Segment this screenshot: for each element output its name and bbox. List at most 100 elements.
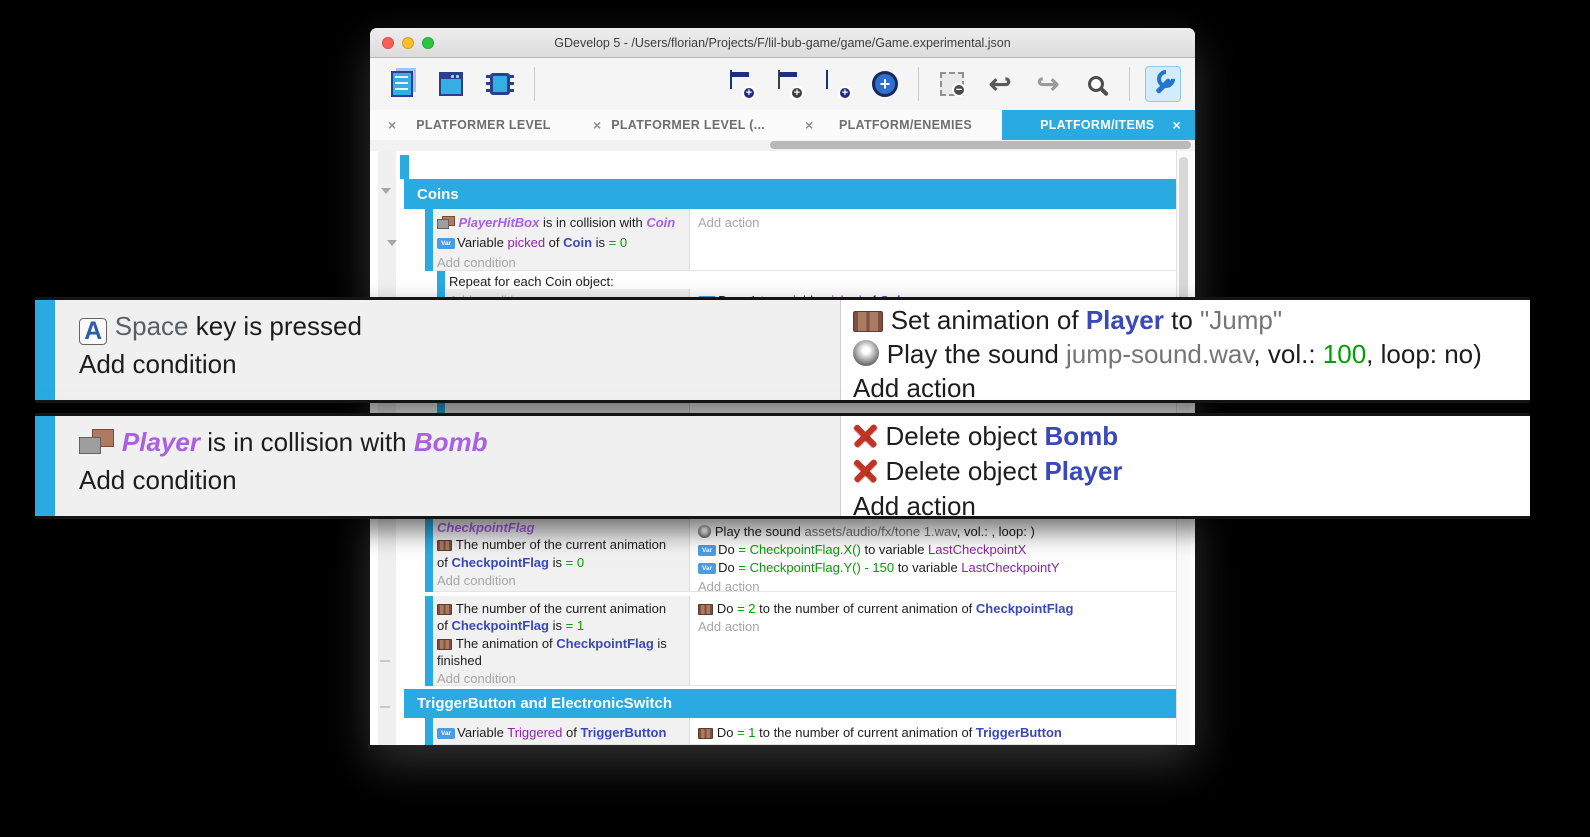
condition-line[interactable]: Player is in collision with Bomb [79,423,840,461]
text-segment: PlayerHitBox [458,215,543,230]
text-segment: Triggered [507,725,563,740]
group-header-triggerbutton[interactable]: TriggerButton and ElectronicSwitch [404,689,1176,718]
add-condition-link[interactable]: Add condition [79,345,840,383]
delete-x-icon [853,458,878,483]
condition-line[interactable]: of CheckpointFlag is = 1 [437,618,584,633]
keyboard-key-icon: A [79,318,108,346]
actions-cell[interactable]: Delete object Bomb Delete object Player … [840,416,1530,521]
animation-icon [698,604,713,615]
horizontal-scrollbar-thumb[interactable] [770,141,1191,149]
condition-line[interactable]: The animation of CheckpointFlag is [437,636,667,651]
tree-connector [380,660,390,662]
debugger-button[interactable] [482,66,518,102]
add-condition-link[interactable]: Add condition [437,671,516,686]
text-segment: = 0 [608,235,628,250]
collapse-chevron-icon[interactable] [381,188,391,194]
condition-line[interactable]: Var Variable Triggered of TriggerButton [437,725,666,740]
action-line[interactable]: Var Do = CheckpointFlag.X() to variable L… [698,542,1026,557]
add-condition-link[interactable]: Add condition [437,255,516,270]
scene-editor-button[interactable] [433,66,469,102]
horizontal-scrollbar[interactable] [370,140,1195,151]
delete-x-icon [853,423,878,448]
tab-close-icon[interactable]: × [370,117,414,133]
event-indent-bar [400,155,409,179]
add-event-button[interactable]: + [723,66,759,102]
condition-line[interactable]: of CheckpointFlag is = 0 [437,555,584,570]
text-segment: of [437,555,452,570]
text-segment: CheckpointFlag [975,601,1074,616]
tab-platformer-level[interactable]: × PLATFORMER LEVEL [370,110,575,140]
animation-icon [437,604,452,615]
add-new-event-button[interactable]: + [867,66,903,102]
text-segment: CheckpointFlag [556,636,654,651]
repeat-event-header[interactable]: Repeat for each Coin object: [449,274,614,289]
condition-line[interactable]: finished [437,653,482,668]
conditions-cell[interactable]: Player is in collision with Bomb Add con… [55,416,840,516]
action-line[interactable]: Do = 2 to the number of current animatio… [698,601,1073,616]
tab-platformer-level-2[interactable]: × PLATFORMER LEVEL (... [575,110,787,140]
text-segment: LastCheckpointX [928,542,1027,557]
add-comment-icon: + [778,70,804,100]
add-action-link[interactable]: Add action [853,371,1530,405]
text-segment: Set animation of [890,305,1086,335]
condition-line[interactable]: Var Variable picked of Coin is = 0 [437,235,627,250]
add-condition-link[interactable]: Add condition [79,461,840,499]
actions-cell[interactable] [690,209,1176,270]
add-condition-link[interactable]: Add condition [437,573,516,588]
text-segment: Delete object [885,456,1045,486]
text-segment: Delete object [885,421,1045,451]
actions-cell[interactable]: Set animation of Player to "Jump" Play t… [840,300,1530,403]
add-subevent-button[interactable]: + [819,66,855,102]
condition-line[interactable]: A Space key is pressed [79,307,840,346]
text-segment: The number of the current animation [455,537,667,552]
text-segment: = 1 [737,725,756,740]
add-comment-button[interactable]: + [771,66,807,102]
main-toolbar: + + + + − ↩ ↪ [370,58,1195,110]
group-header-coins[interactable]: Coins [404,179,1176,209]
conditions-cell[interactable]: A Space key is pressed Add condition [55,300,840,400]
tools-button[interactable] [1145,66,1181,102]
text-segment: Bomb [1044,421,1119,451]
action-line[interactable]: Set animation of Player to "Jump" [853,303,1530,337]
text-segment: TriggerButton [580,725,667,740]
add-action-link[interactable]: Add action [698,215,759,230]
text-segment: Bomb [413,427,488,457]
action-line[interactable]: Var Do = CheckpointFlag.Y() - 150 to vari… [698,560,1060,575]
add-action-link[interactable]: Add action [698,619,759,634]
action-line[interactable]: Delete object Bomb [853,419,1530,454]
text-segment: is [548,555,566,570]
collision-icon [79,429,115,454]
project-manager-button[interactable] [384,66,420,102]
text-segment: = 2 [737,601,756,616]
toolbar-separator [918,67,919,101]
text-segment: to [1163,305,1201,335]
sound-icon [698,524,711,538]
action-line[interactable]: Do = 1 to the number of current animatio… [698,725,1062,740]
condition-line[interactable]: CheckpointFlag [437,520,535,535]
redo-button[interactable]: ↪ [1030,66,1066,102]
condition-line[interactable]: The number of the current animation [437,601,666,616]
animation-icon [853,311,883,333]
add-subevent-icon: + [826,70,852,100]
search-button[interactable] [1078,66,1114,102]
add-action-link[interactable]: Add action [698,579,759,594]
tab-platform-enemies[interactable]: × PLATFORM/ENEMIES [787,110,1002,140]
tab-close-icon[interactable]: × [787,117,831,133]
add-action-link[interactable]: Add action [853,489,1530,524]
toolbar-separator [1129,67,1130,101]
tab-close-icon[interactable]: × [575,117,611,133]
condition-line[interactable]: The number of the current animation [437,537,666,552]
collapse-chevron-icon[interactable] [387,240,397,246]
action-line[interactable]: Delete object Player [853,454,1530,489]
condition-line[interactable]: PlayerHitBox is in collision with Coin [437,215,675,230]
action-line[interactable]: Play the sound assets/audio/fx/tone 1.wa… [698,524,1035,539]
tab-platform-items[interactable]: × PLATFORM/ITEMS [1002,110,1195,140]
text-segment: Player [1044,456,1123,486]
text-segment: finished [437,653,482,668]
action-line[interactable]: Play the sound jump-sound.wav, vol.: 100… [853,337,1530,371]
text-segment: CheckpointFlag [437,520,535,535]
variable-icon: Var [437,238,456,250]
undo-button[interactable]: ↩ [982,66,1018,102]
delete-event-button[interactable]: − [934,66,970,102]
tab-close-icon[interactable]: × [1173,117,1195,133]
